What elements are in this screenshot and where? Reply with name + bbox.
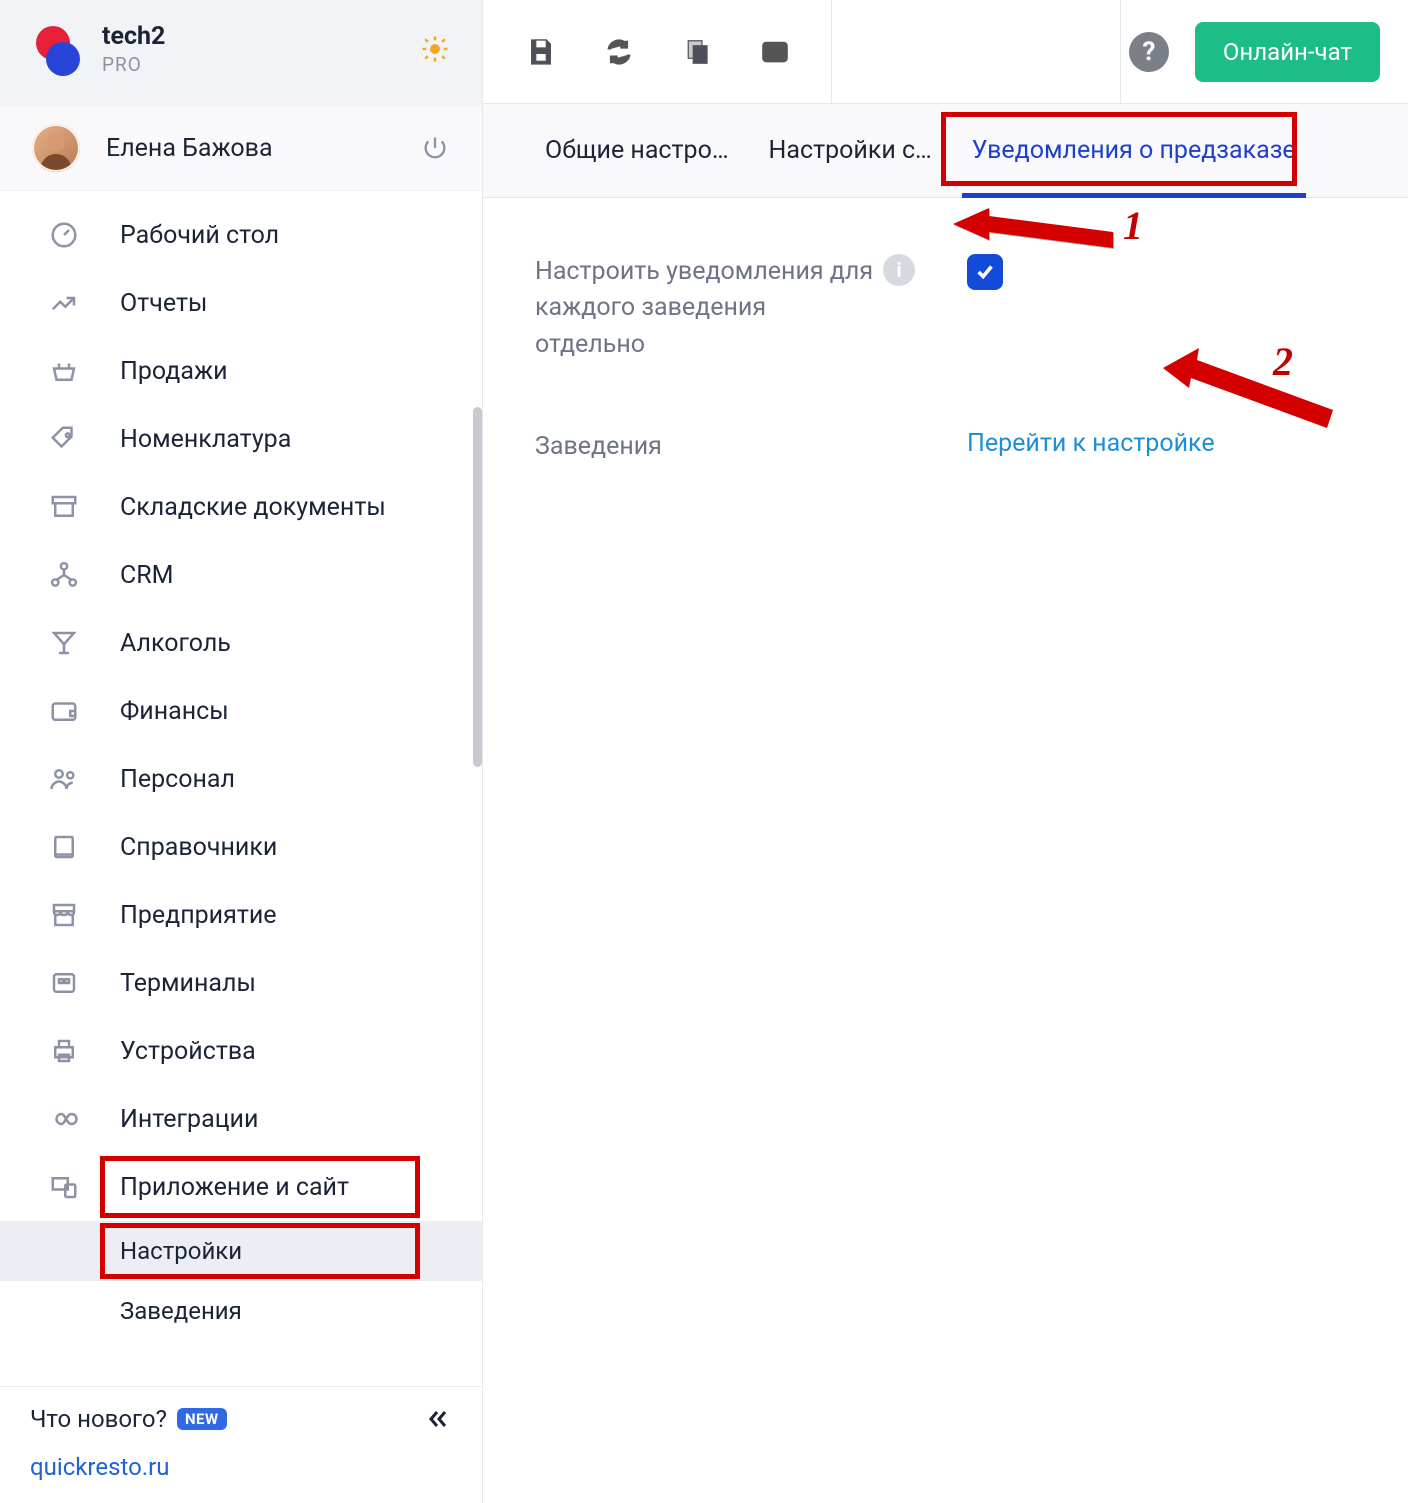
nav-label: Продажи (120, 357, 228, 386)
nav-label: CRM (120, 561, 174, 590)
tag-icon (49, 424, 79, 454)
inbox-icon (760, 37, 790, 67)
user-name: Елена Бажова (106, 134, 273, 163)
nav-label: Устройства (120, 1037, 256, 1066)
toolbar: ? Онлайн-чат (483, 0, 1408, 104)
nav-label: Терминалы (120, 969, 256, 998)
nav-staff[interactable]: Персонал (0, 745, 482, 813)
sidebar-nav: Рабочий стол Отчеты Продажи Номенклатура… (0, 191, 482, 1386)
save-icon (525, 36, 557, 68)
chart-icon (49, 288, 79, 318)
setting-label: Настроить уведомления для каждого заведе… (535, 254, 915, 363)
nav-label: Интеграции (120, 1105, 258, 1134)
archive-icon (49, 492, 79, 522)
tabs-bar: Общие настро… Настройки с… Уведомления о… (483, 104, 1408, 198)
nav-integrations[interactable]: Интеграции (0, 1085, 482, 1153)
infinity-icon (49, 1104, 79, 1134)
nav-crm[interactable]: CRM (0, 541, 482, 609)
refresh-button[interactable] (589, 22, 649, 82)
nav-terminals[interactable]: Терминалы (0, 949, 482, 1017)
nav-label: Персонал (120, 765, 235, 794)
per-venue-checkbox[interactable] (967, 254, 1003, 290)
nav-reports[interactable]: Отчеты (0, 269, 482, 337)
wallet-icon (49, 696, 79, 726)
nav-label: Предприятие (120, 901, 277, 930)
subnav-settings[interactable]: Настройки (0, 1221, 482, 1281)
sidebar-footer: Что нового? NEW quickresto.ru (0, 1386, 482, 1503)
app-logo (30, 24, 80, 74)
nav-label: Справочники (120, 833, 277, 862)
online-chat-button[interactable]: Онлайн-чат (1195, 22, 1380, 82)
qr-icon (49, 968, 79, 998)
store-icon (49, 900, 79, 930)
nav-devices[interactable]: Устройства (0, 1017, 482, 1085)
refresh-icon (604, 37, 634, 67)
nav-label: Рабочий стол (120, 221, 279, 250)
nav-nomenclature[interactable]: Номенклатура (0, 405, 482, 473)
help-button[interactable]: ? (1129, 32, 1169, 72)
nav-finance[interactable]: Финансы (0, 677, 482, 745)
new-badge: NEW (177, 1408, 227, 1430)
nav-alcohol[interactable]: Алкоголь (0, 609, 482, 677)
toolbar-separator (831, 0, 832, 104)
tab-preorder-notifications[interactable]: Уведомления о предзаказе (952, 104, 1316, 197)
annotation-number: 1 (1123, 202, 1143, 249)
nav-warehouse[interactable]: Складские документы (0, 473, 482, 541)
sun-icon (420, 34, 450, 64)
sidebar: tech2 PRO Елена Бажова Рабочий стол Отче… (0, 0, 483, 1503)
nav-sales[interactable]: Продажи (0, 337, 482, 405)
save-button[interactable] (511, 22, 571, 82)
user-row[interactable]: Елена Бажова (0, 106, 482, 191)
account-plan: PRO (102, 53, 165, 76)
chevron-double-left-icon (426, 1407, 450, 1431)
nav-label: Приложение и сайт (120, 1173, 349, 1202)
org-icon (49, 560, 79, 590)
main-area: ? Онлайн-чат Общие настро… Настройки с… … (483, 0, 1408, 1503)
nav-dashboard[interactable]: Рабочий стол (0, 201, 482, 269)
book-icon (49, 832, 79, 862)
nav-label: Финансы (120, 697, 229, 726)
power-icon (421, 134, 449, 162)
nav-label: Алкоголь (120, 629, 231, 658)
account-block[interactable]: tech2 PRO (102, 22, 165, 76)
site-link[interactable]: quickresto.ru (30, 1453, 452, 1481)
cocktail-icon (49, 628, 79, 658)
nav-reference[interactable]: Справочники (0, 813, 482, 881)
subnav-label: Настройки (120, 1237, 242, 1265)
app-icon (49, 1172, 79, 1202)
basket-icon (49, 356, 79, 386)
people-icon (49, 764, 79, 794)
avatar (32, 124, 80, 172)
copy-button[interactable] (667, 22, 727, 82)
tab-settings-s[interactable]: Настройки с… (749, 104, 952, 197)
logout-button[interactable] (418, 131, 452, 165)
printer-icon (49, 1036, 79, 1066)
nav-label: Складские документы (120, 493, 386, 522)
whats-new-label: Что нового? (30, 1405, 167, 1433)
nav-enterprise[interactable]: Предприятие (0, 881, 482, 949)
account-name: tech2 (102, 22, 165, 51)
nav-label: Номенклатура (120, 425, 291, 454)
content-pane: Настроить уведомления для каждого заведе… (483, 198, 1408, 1503)
scrollbar-thumb[interactable] (473, 407, 482, 767)
setting-label: Заведения (535, 429, 915, 465)
checkmark-icon (974, 261, 996, 283)
nav-label: Отчеты (120, 289, 207, 318)
goto-settings-link[interactable]: Перейти к настройке (967, 429, 1215, 458)
tab-general-settings[interactable]: Общие настро… (525, 104, 749, 197)
setting-per-venue-row: Настроить уведомления для каждого заведе… (535, 254, 1356, 363)
whats-new-link[interactable]: Что нового? NEW (30, 1405, 452, 1433)
inbox-button[interactable] (745, 22, 805, 82)
nav-app-and-site[interactable]: Приложение и сайт (0, 1153, 482, 1221)
theme-toggle-button[interactable] (418, 32, 452, 66)
collapse-sidebar-button[interactable] (424, 1405, 452, 1433)
gauge-icon (49, 220, 79, 250)
info-icon[interactable]: i (883, 254, 915, 286)
sidebar-header: tech2 PRO (0, 0, 482, 106)
subnav-label: Заведения (120, 1297, 242, 1325)
setting-venues-row: Заведения Перейти к настройке (535, 429, 1356, 465)
subnav-venues[interactable]: Заведения (0, 1281, 482, 1341)
copy-icon (682, 37, 712, 67)
toolbar-separator (1120, 0, 1121, 104)
